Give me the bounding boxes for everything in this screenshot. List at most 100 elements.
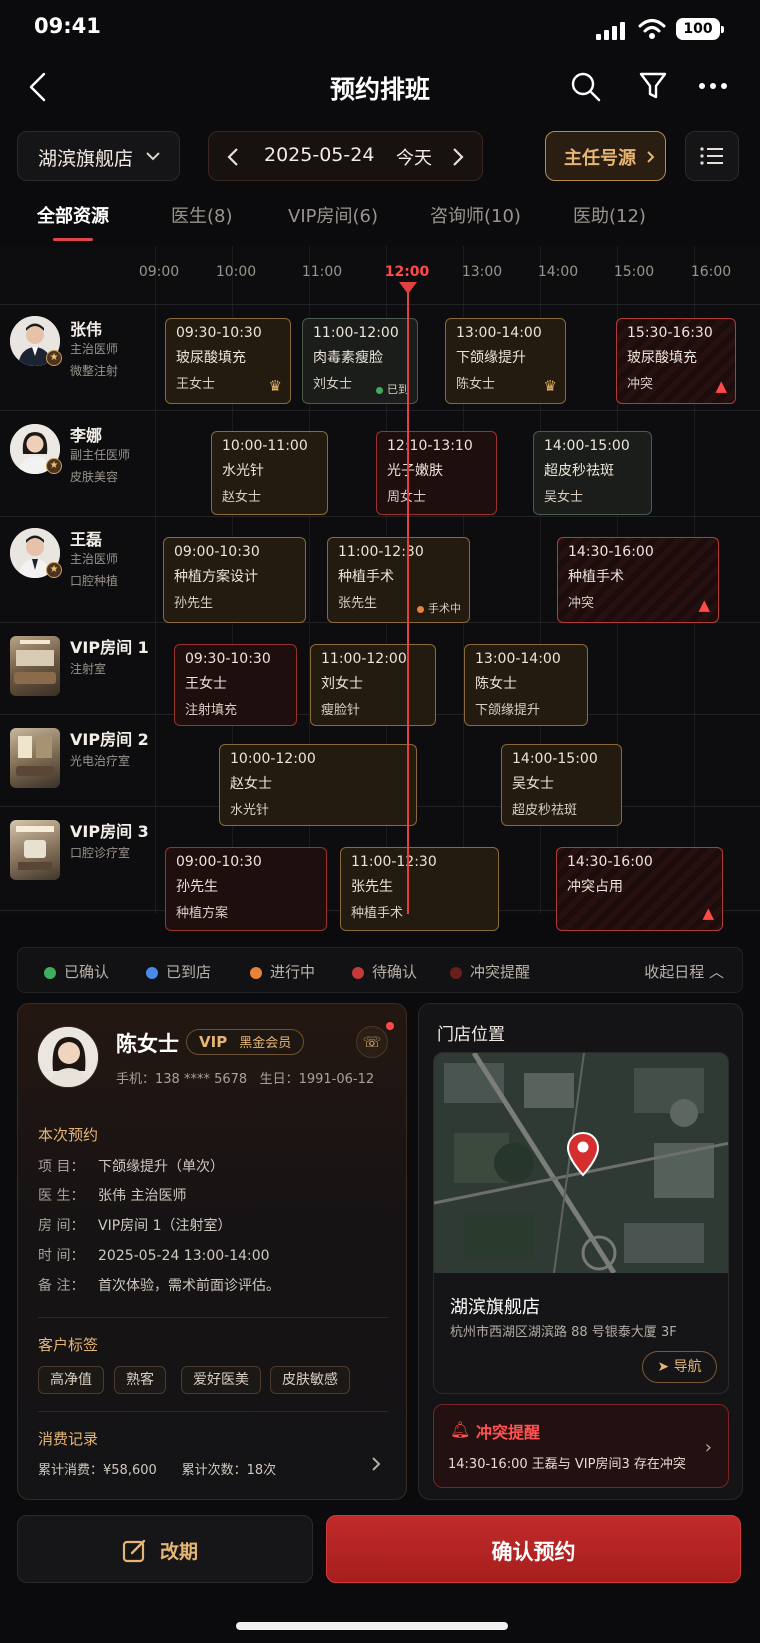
hour-label: 13:00 [461, 264, 503, 280]
next-day-icon[interactable] [452, 147, 464, 167]
tab-assistants[interactable]: 医助(12) [573, 202, 646, 228]
appointment-block[interactable]: 13:00-14:00 下颌缘提升 陈女士 ♛ [445, 318, 566, 404]
resource-row-label[interactable]: VIP房间 1 注射室 [0, 622, 155, 728]
warning-icon: ▲ [715, 377, 727, 395]
appointment-block[interactable]: 09:30-10:30 王女士 注射填充 [174, 644, 297, 726]
appointment-block[interactable]: 09:00-10:30 孙先生 种植方案 [165, 847, 327, 931]
status-legend: 已确认 已到店 进行中 待确认 冲突提醒 收起日程 ︿ [17, 947, 743, 993]
appointment-title: 种植手术 [568, 569, 624, 585]
appointment-client: 陈女士 [475, 676, 517, 692]
appointment-block-conflict[interactable]: 14:30-16:00 冲突占用 ▲ [556, 847, 723, 931]
store-selector[interactable]: 湖滨旗舰店 [17, 131, 180, 181]
reschedule-button[interactable]: 改期 [17, 1515, 313, 1583]
tab-consultants[interactable]: 咨询师(10) [430, 202, 521, 228]
appointment-status: 已到 [376, 381, 409, 397]
director-slots-button[interactable]: 主任号源 [545, 131, 666, 181]
customer-card: 陈女士 VIP 黑金会员 ☏ 手机：138 **** 5678 生日：1991-0… [17, 1003, 407, 1500]
legend-label: 进行中 [270, 963, 316, 981]
status-bar: 09:41 100 [0, 0, 760, 56]
legend-item: 已到店 [146, 961, 211, 982]
appointment-block[interactable]: 14:00-15:00 吴女士 超皮秒祛斑 [501, 744, 622, 826]
appointment-time: 14:00-15:00 [512, 751, 598, 767]
appointment-block[interactable]: 11:00-12:00 刘女士 瘦脸针 [310, 644, 436, 726]
appointment-block[interactable]: 11:00-12:00 肉毒素瘦脸 刘女士 已到 [302, 318, 418, 404]
star-badge-icon: ★ [46, 562, 62, 578]
appointment-client: 孙先生 [174, 596, 214, 611]
resource-row-label[interactable]: VIP房间 3 口腔诊疗室 [0, 806, 155, 912]
date-label[interactable]: 2025-05-24 [264, 144, 374, 166]
appointment-time: 09:30-10:30 [176, 325, 262, 341]
prev-day-icon[interactable] [227, 147, 239, 167]
tab-vip-rooms[interactable]: VIP房间(6) [288, 202, 378, 228]
chevron-right-icon[interactable] [371, 1456, 381, 1472]
tab-doctors[interactable]: 医生(8) [171, 202, 233, 228]
list-view-button[interactable] [685, 131, 739, 181]
appointment-block[interactable]: 14:00-15:00 超皮秒祛斑 吴女士 [533, 431, 652, 515]
confirm-booking-button[interactable]: 确认预约 [326, 1515, 741, 1583]
customer-tag: 爱好医美 [181, 1366, 261, 1394]
vip-label: VIP [199, 1033, 228, 1051]
legend-dot [250, 966, 262, 979]
booking-value: 首次体验，需术前面诊评估。 [98, 1278, 280, 1294]
customer-tag: 高净值 [38, 1366, 104, 1394]
appointment-block[interactable]: 11:00-12:30 张先生 种植手术 [340, 847, 499, 931]
filter-icon[interactable] [638, 70, 668, 102]
appointment-block[interactable]: 12:10-13:10 光子嫩肤 周女士 [376, 431, 497, 515]
appointment-block[interactable]: 09:00-10:30 种植方案设计 孙先生 [163, 537, 306, 623]
today-button[interactable]: 今天 [396, 144, 432, 170]
customer-tag: 熟客 [114, 1366, 166, 1394]
tab-all-resources[interactable]: 全部资源 [37, 202, 109, 228]
resource-row-label[interactable]: VIP房间 2 光电治疗室 [0, 714, 155, 820]
appointment-time: 12:10-13:10 [387, 438, 473, 454]
appointment-title: 水光针 [222, 463, 264, 479]
warning-icon: ▲ [702, 904, 714, 922]
resource-specialty: 口腔种植 [70, 574, 119, 588]
appointment-time: 09:00-10:30 [174, 544, 260, 560]
resource-type: 注射室 [70, 662, 107, 676]
search-icon[interactable] [570, 71, 602, 103]
warning-icon: ▲ [698, 596, 710, 614]
crown-icon: ♛ [543, 377, 557, 395]
phone-icon[interactable]: ☏ [356, 1026, 388, 1058]
appointment-time: 11:00-12:30 [351, 854, 437, 870]
resource-row-label[interactable]: ★ 李娜 副主任医师 皮肤美容 [0, 410, 155, 516]
appointment-block[interactable]: 13:00-14:00 陈女士 下颌缘提升 [464, 644, 588, 726]
resource-name: VIP房间 3 [70, 822, 149, 841]
map-pin-icon [566, 1131, 600, 1177]
appointment-client: 张先生 [351, 879, 393, 895]
conflict-alert-desc: 14:30-16:00 王磊与 VIP房间3 存在冲突 [448, 1457, 686, 1472]
spend-total: 累计消费：¥58,600 [38, 1463, 157, 1478]
notification-dot [386, 1022, 394, 1030]
store-location-card: 湖滨旗舰店 杭州市西湖区湖滨路 88 号银泰大厦 3F ➤ 导航 [433, 1052, 729, 1394]
satellite-map[interactable] [434, 1053, 728, 1275]
edit-icon [122, 1539, 146, 1563]
navigate-button[interactable]: ➤ 导航 [642, 1351, 717, 1383]
appointment-title: 光子嫩肤 [387, 463, 443, 479]
appointment-block-conflict[interactable]: 14:30-16:00 种植手术 冲突 ▲ [557, 537, 719, 623]
appointment-title: 玻尿酸填充 [176, 350, 246, 366]
resource-row-label[interactable]: ★ 张伟 主治医师 微整注射 [0, 304, 155, 410]
appointment-block[interactable]: 10:00-11:00 水光针 赵女士 [211, 431, 328, 515]
more-icon[interactable] [698, 82, 728, 90]
legend-item: 待确认 [352, 961, 417, 982]
appointment-title: 水光针 [230, 803, 270, 818]
resource-row-label[interactable]: ★ 王磊 主治医师 口腔种植 [0, 516, 155, 622]
appointment-block-conflict[interactable]: 15:30-16:30 玻尿酸填充 冲突 ▲ [616, 318, 736, 404]
appointment-block[interactable]: 10:00-12:00 赵女士 水光针 [219, 744, 417, 826]
member-level: 黑金会员 [239, 1036, 292, 1051]
home-indicator [236, 1622, 508, 1630]
appointment-block[interactable]: 09:30-10:30 玻尿酸填充 王女士 ♛ [165, 318, 291, 404]
reschedule-label: 改期 [160, 1541, 199, 1563]
collapse-schedule-button[interactable]: 收起日程 ︿ [644, 961, 724, 982]
appointment-block[interactable]: 11:00-12:30 种植手术 张先生 手术中 [327, 537, 470, 623]
appointment-time: 09:30-10:30 [185, 651, 271, 667]
spend-summary[interactable]: 累计消费：¥58,600 累计次数：18次 [38, 1459, 276, 1478]
appointment-time: 13:00-14:00 [475, 651, 561, 667]
conflict-alert[interactable]: 🔔︎ 冲突提醒 14:30-16:00 王磊与 VIP房间3 存在冲突 › [433, 1404, 729, 1488]
booking-key: 备 注： [38, 1278, 85, 1294]
chevron-right-icon [647, 151, 655, 163]
appointment-title: 种植方案 [176, 906, 229, 921]
chevron-down-icon [146, 152, 160, 161]
appointment-time: 10:00-12:00 [230, 751, 316, 767]
appointment-client: 王女士 [185, 676, 227, 692]
